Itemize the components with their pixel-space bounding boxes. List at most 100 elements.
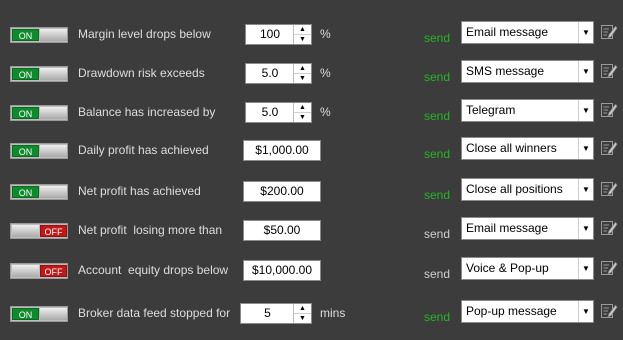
action-selected: Pop-up message	[466, 304, 557, 318]
arrow-down-icon[interactable]: ▼	[294, 35, 311, 44]
toggle-state-label: ON	[12, 29, 39, 41]
toggle-knob	[40, 186, 67, 198]
chevron-down-icon[interactable]: ▼	[578, 138, 593, 159]
value-spinner[interactable]: 5.0 ▲ ▼	[245, 102, 312, 123]
edit-note-icon[interactable]	[600, 302, 618, 320]
value-spinner[interactable]: 100 ▲ ▼	[245, 24, 312, 45]
spinner-value[interactable]: 5.0	[246, 64, 294, 83]
condition-label: Broker data feed stopped for	[78, 306, 231, 320]
action-dropdown[interactable]: Telegram ▼	[461, 99, 594, 122]
alert-row-equity: OFF Account equity drops below $10,000.0…	[0, 255, 623, 285]
value-input[interactable]: $200.00	[243, 181, 321, 202]
toggle-switch[interactable]: ON	[10, 143, 68, 159]
spinner-value[interactable]: 100	[246, 25, 294, 44]
arrow-down-icon[interactable]: ▼	[294, 113, 311, 122]
toggle-knob	[40, 68, 67, 80]
toggle-knob	[40, 308, 67, 320]
edit-note-icon[interactable]	[600, 139, 618, 157]
edit-note-icon[interactable]	[600, 219, 618, 237]
action-dropdown[interactable]: Pop-up message ▼	[461, 300, 594, 323]
toggle-switch[interactable]: ON	[10, 27, 68, 43]
action-selected: Telegram	[466, 103, 516, 117]
arrow-up-icon[interactable]: ▲	[294, 25, 311, 35]
unit-label: %	[320, 27, 331, 41]
alert-row-balance: ON Balance has increased by 5.0 ▲ ▼ % se…	[0, 97, 623, 127]
arrow-up-icon[interactable]: ▲	[294, 304, 311, 314]
action-dropdown[interactable]: Email message ▼	[461, 217, 594, 240]
edit-note-icon[interactable]	[600, 23, 618, 41]
send-label: send	[424, 109, 451, 123]
action-dropdown[interactable]: Voice & Pop-up ▼	[461, 257, 594, 280]
value-spinner[interactable]: 5.0 ▲ ▼	[245, 63, 312, 84]
unit-label: %	[320, 66, 331, 80]
toggle-state-label: ON	[12, 145, 39, 157]
value-input[interactable]: $1,000.00	[243, 140, 321, 161]
alert-row-net-profit: ON Net profit has achieved $200.00 send …	[0, 176, 623, 206]
chevron-down-icon[interactable]: ▼	[578, 258, 593, 279]
toggle-knob	[12, 265, 39, 277]
arrow-down-icon[interactable]: ▼	[294, 74, 311, 83]
send-label: send	[424, 31, 451, 45]
toggle-state-label: ON	[12, 68, 39, 80]
toggle-switch[interactable]: ON	[10, 306, 68, 322]
action-selected: Email message	[466, 221, 549, 235]
alert-row-drawdown: ON Drawdown risk exceeds 5.0 ▲ ▼ % send …	[0, 58, 623, 88]
edit-note-icon[interactable]	[600, 62, 618, 80]
value-input[interactable]: $10,000.00	[243, 260, 321, 281]
alert-row-data-feed: ON Broker data feed stopped for 5 ▲ ▼ mi…	[0, 298, 623, 328]
alert-row-margin-level: ON Margin level drops below 100 ▲ ▼ % se…	[0, 19, 623, 49]
toggle-switch[interactable]: ON	[10, 66, 68, 82]
chevron-down-icon[interactable]: ▼	[578, 218, 593, 239]
toggle-switch[interactable]: OFF	[10, 223, 68, 239]
toggle-switch[interactable]: ON	[10, 184, 68, 200]
action-dropdown[interactable]: Email message ▼	[461, 21, 594, 44]
action-selected: Close all winners	[466, 141, 557, 155]
spinner-value[interactable]: 5.0	[246, 103, 294, 122]
chevron-down-icon[interactable]: ▼	[578, 301, 593, 322]
chevron-down-icon[interactable]: ▼	[578, 179, 593, 200]
value-input[interactable]: $50.00	[243, 220, 321, 241]
arrow-up-icon[interactable]: ▲	[294, 64, 311, 74]
condition-label: Account equity drops below	[78, 263, 229, 277]
condition-label: Daily profit has achieved	[78, 143, 209, 157]
alert-row-daily-profit: ON Daily profit has achieved $1,000.00 s…	[0, 135, 623, 165]
toggle-knob	[12, 225, 39, 237]
send-label: send	[424, 267, 451, 281]
toggle-knob	[40, 107, 67, 119]
arrow-up-icon[interactable]: ▲	[294, 103, 311, 113]
unit-label: %	[320, 105, 331, 119]
chevron-down-icon[interactable]: ▼	[578, 61, 593, 82]
value-spinner[interactable]: 5 ▲ ▼	[240, 303, 312, 324]
condition-label: Balance has increased by	[78, 105, 216, 119]
action-dropdown[interactable]: SMS message ▼	[461, 60, 594, 83]
send-label: send	[424, 147, 451, 161]
condition-label: Net profit losing more than	[78, 223, 223, 237]
unit-label: mins	[320, 306, 346, 320]
toggle-switch[interactable]: ON	[10, 105, 68, 121]
arrow-down-icon[interactable]: ▼	[294, 314, 311, 323]
toggle-state-label: OFF	[40, 265, 67, 277]
toggle-state-label: ON	[12, 107, 39, 119]
condition-label: Drawdown risk exceeds	[78, 66, 205, 80]
chevron-down-icon[interactable]: ▼	[578, 22, 593, 43]
condition-label: Margin level drops below	[78, 27, 211, 41]
edit-note-icon[interactable]	[600, 180, 618, 198]
spinner-value[interactable]: 5	[241, 304, 294, 323]
toggle-state-label: ON	[12, 186, 39, 198]
toggle-switch[interactable]: OFF	[10, 263, 68, 279]
toggle-knob	[40, 145, 67, 157]
action-dropdown[interactable]: Close all positions ▼	[461, 178, 594, 201]
toggle-knob	[40, 29, 67, 41]
send-label: send	[424, 70, 451, 84]
edit-note-icon[interactable]	[600, 259, 618, 277]
alert-row-net-loss: OFF Net profit losing more than $50.00 s…	[0, 215, 623, 245]
action-selected: SMS message	[466, 64, 545, 78]
toggle-state-label: ON	[12, 308, 39, 320]
chevron-down-icon[interactable]: ▼	[578, 100, 593, 121]
send-label: send	[424, 188, 451, 202]
edit-note-icon[interactable]	[600, 101, 618, 119]
action-selected: Close all positions	[466, 182, 563, 196]
toggle-state-label: OFF	[40, 225, 67, 237]
action-selected: Voice & Pop-up	[466, 261, 549, 275]
action-dropdown[interactable]: Close all winners ▼	[461, 137, 594, 160]
